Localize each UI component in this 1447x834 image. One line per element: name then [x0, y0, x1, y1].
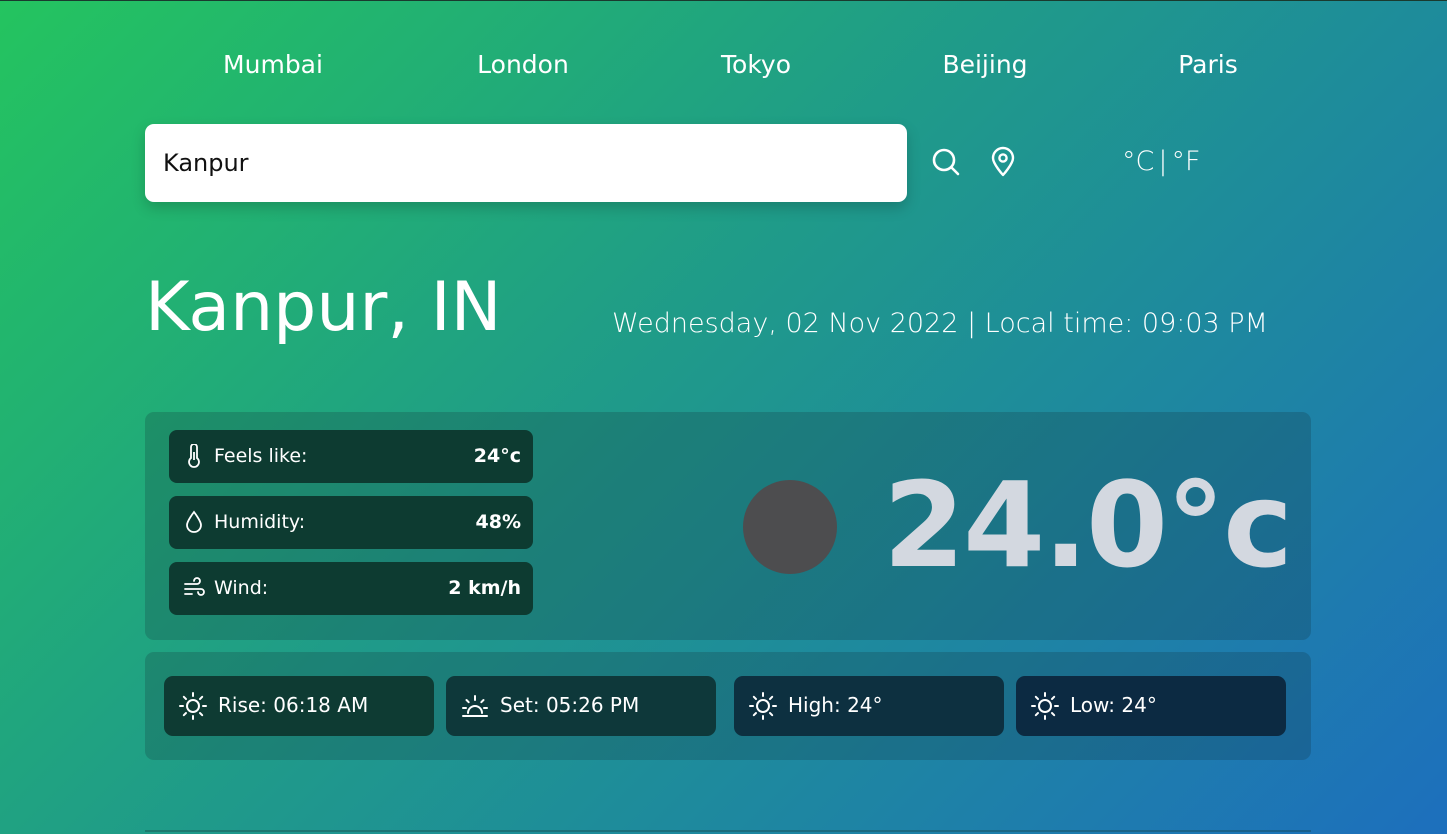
sunrise-time: Rise: 06:18 AM [218, 693, 369, 717]
city-nav: Mumbai London Tokyo Beijing Paris [145, 50, 1311, 86]
city-link-beijing[interactable]: Beijing [942, 50, 1027, 79]
sun-temperature-card: Rise: 06:18 AM Set: 05:26 PM High: 24° L… [145, 652, 1311, 760]
sun-icon [179, 692, 207, 720]
location-title: Kanpur, IN [145, 268, 502, 347]
high-temperature: High: 24° [788, 693, 883, 717]
wind-value: 2 km/h [448, 577, 521, 599]
search-icon[interactable] [930, 146, 962, 178]
feels-like-row: Feels like: 24°c [169, 430, 533, 483]
sunrise-pill: Rise: 06:18 AM [164, 676, 434, 736]
bottom-divider [145, 830, 1311, 832]
feels-like-label: Feels like: [214, 445, 308, 467]
fahrenheit-button[interactable]: °F [1171, 146, 1200, 177]
humidity-value: 48% [475, 511, 521, 533]
sun-icon [1031, 692, 1059, 720]
city-link-mumbai[interactable]: Mumbai [223, 50, 323, 79]
wind-label: Wind: [214, 577, 269, 599]
droplet-icon [186, 510, 202, 533]
unit-toggle: °C | °F [1122, 146, 1201, 177]
sunset-pill: Set: 05:26 PM [446, 676, 716, 736]
wind-row: Wind: 2 km/h [169, 562, 533, 615]
thermometer-icon [188, 444, 200, 468]
current-temperature: 24.0°c [883, 456, 1293, 594]
humidity-label: Humidity: [214, 511, 306, 533]
local-datetime: Wednesday, 02 Nov 2022 | Local time: 09:… [612, 308, 1268, 339]
high-temp-pill: High: 24° [734, 676, 1004, 736]
weather-condition-icon [743, 480, 837, 574]
sun-icon [749, 692, 777, 720]
top-border [0, 0, 1447, 1]
sunset-time: Set: 05:26 PM [500, 693, 640, 717]
unit-separator: | [1158, 146, 1168, 177]
low-temperature: Low: 24° [1070, 693, 1157, 717]
search-input[interactable] [145, 124, 907, 202]
humidity-row: Humidity: 48% [169, 496, 533, 549]
city-link-tokyo[interactable]: Tokyo [721, 50, 791, 79]
celsius-button[interactable]: °C [1122, 146, 1154, 177]
current-weather-card: Feels like: 24°c Humidity: 48% Wind: 2 k… [145, 412, 1311, 640]
sunset-icon [462, 695, 488, 717]
low-temp-pill: Low: 24° [1016, 676, 1286, 736]
location-pin-icon[interactable] [987, 146, 1019, 178]
city-link-paris[interactable]: Paris [1178, 50, 1238, 79]
city-link-london[interactable]: London [477, 50, 569, 79]
wind-icon [184, 577, 205, 596]
feels-like-value: 24°c [473, 445, 521, 467]
